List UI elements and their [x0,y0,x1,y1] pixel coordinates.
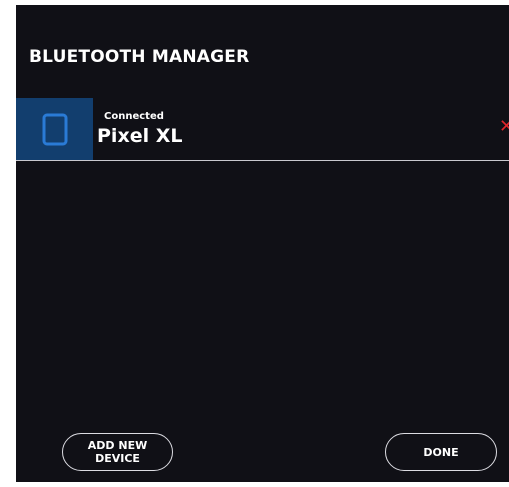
close-icon[interactable]: ✕ [499,118,509,136]
add-new-device-button[interactable]: ADD NEW DEVICE [62,433,173,471]
bluetooth-manager-panel: BLUETOOTH MANAGER Connected Pixel XL ✕ A… [16,5,509,482]
device-status: Connected [104,111,164,122]
page-title: BLUETOOTH MANAGER [29,47,250,67]
device-row-pixel-xl[interactable]: Connected Pixel XL ✕ [16,98,509,161]
add-new-device-label-line1: ADD NEW [87,439,148,452]
add-new-device-label-line2: DEVICE [95,452,140,465]
device-icon-box [16,98,93,160]
done-button[interactable]: DONE [385,433,497,471]
tablet-icon [42,113,68,146]
device-name: Pixel XL [97,125,183,147]
